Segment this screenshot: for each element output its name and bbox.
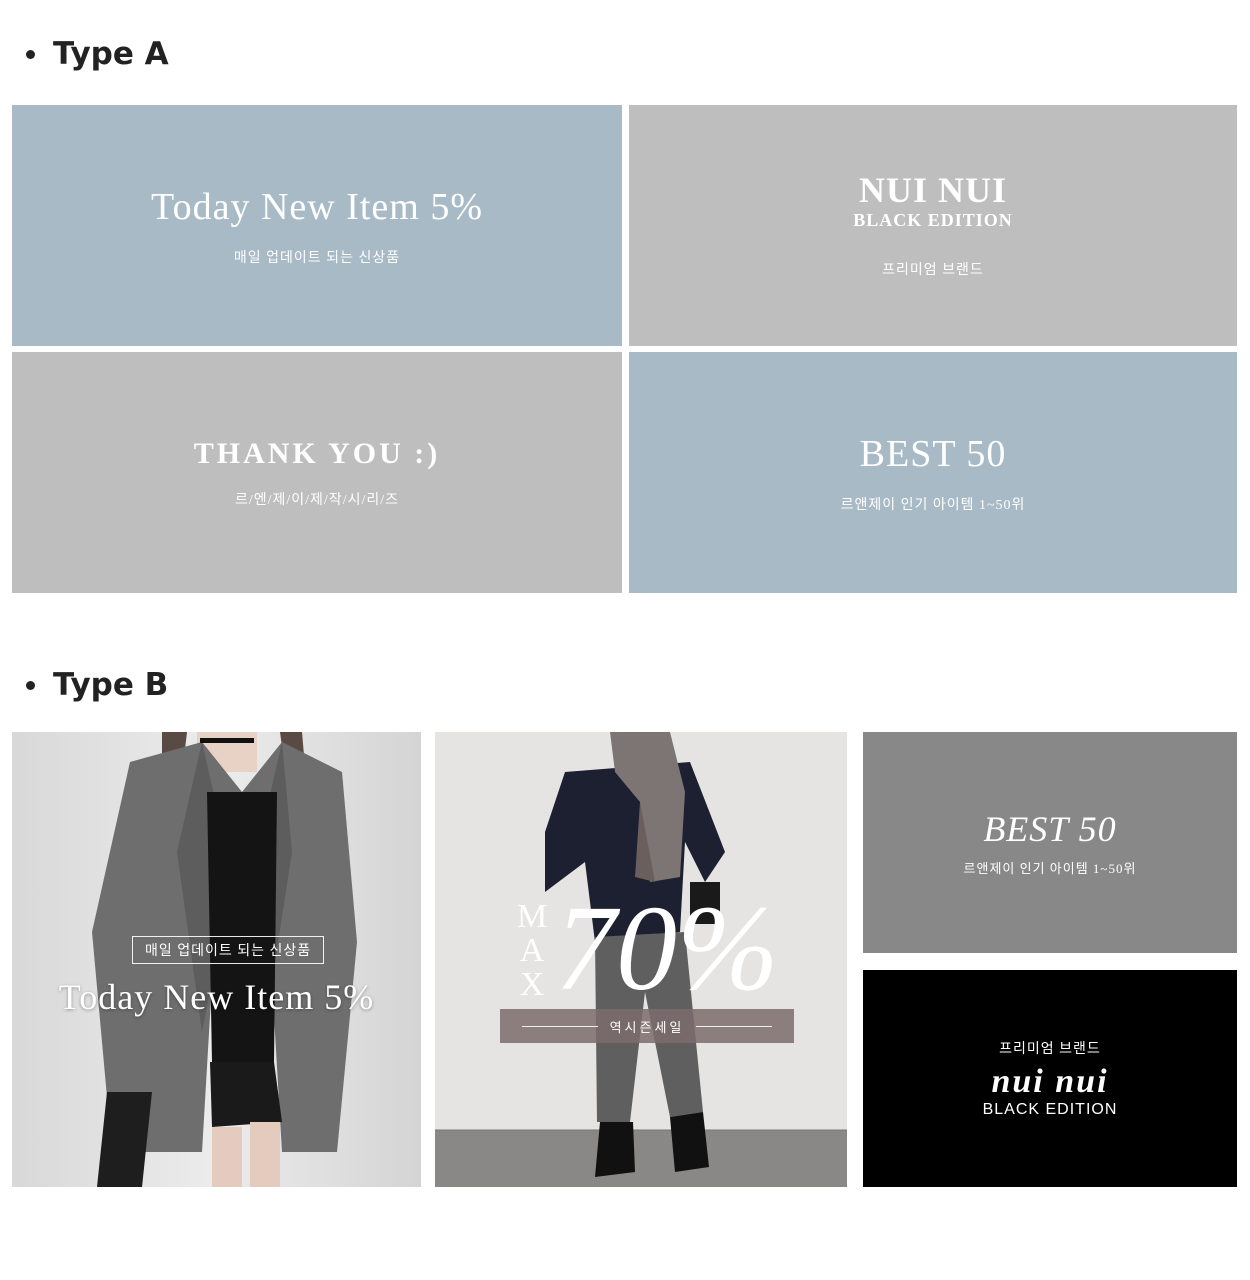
banner-best-50-dark[interactable]: BEST 50 르앤제이 인기 아이템 1~50위: [863, 732, 1237, 953]
banner-photo-today-new-item[interactable]: 매일 업데이트 되는 신상품 Today New Item 5%: [12, 732, 421, 1187]
banner-title: BEST 50: [859, 432, 1007, 475]
banner-edition: BLACK EDITION: [853, 210, 1013, 230]
section-title-type-a: Type A: [22, 36, 169, 72]
max-label: M A X: [517, 898, 548, 1003]
banner-subtitle: 르앤제이 인기 아이템 1~50위: [963, 861, 1137, 876]
band-label: 역시즌세일: [609, 1019, 685, 1035]
bullet-icon: [26, 680, 35, 690]
banner-thank-you[interactable]: THANK YOU :) 르/엔/제/이/제/작/시/리/즈: [12, 352, 622, 593]
brand-script-title: nui nui: [991, 1062, 1109, 1100]
section-title-label: Type B: [53, 667, 169, 703]
banner-subtitle: 르/엔/제/이/제/작/시/리/즈: [234, 492, 400, 508]
banner-subtitle: 프리미엄 브랜드: [882, 263, 984, 278]
banner-title: BEST 50: [983, 809, 1117, 849]
divider-line: [696, 1025, 773, 1027]
banner-title: NUI NUI: [858, 170, 1007, 210]
banner-badge: 매일 업데이트 되는 신상품: [132, 936, 325, 964]
sale-band: 역시즌세일: [500, 1009, 794, 1043]
banner-subtitle: 르앤제이 인기 아이템 1~50위: [840, 497, 1026, 513]
section-title-type-b: Type B: [22, 667, 168, 703]
banner-top-label: 프리미엄 브랜드: [999, 1041, 1101, 1057]
banner-subtitle: 매일 업데이트 되는 신상품: [233, 250, 401, 266]
banner-today-new-item[interactable]: Today New Item 5% 매일 업데이트 되는 신상품: [12, 105, 622, 346]
banner-nui-nui[interactable]: NUI NUI BLACK EDITION 프리미엄 브랜드: [629, 105, 1237, 346]
bullet-icon: [26, 49, 35, 59]
divider-line: [521, 1025, 598, 1027]
section-title-label: Type A: [53, 36, 169, 72]
banner-title: Today New Item 5%: [58, 977, 375, 1017]
banner-photo-max-70[interactable]: M A X 70% 역시즌세일: [435, 732, 847, 1187]
banner-edition: BLACK EDITION: [982, 1101, 1118, 1119]
discount-percent: 70%: [555, 881, 779, 1016]
banner-nui-nui-black[interactable]: 프리미엄 브랜드 nui nui BLACK EDITION: [863, 970, 1237, 1187]
banner-title: Today New Item 5%: [151, 185, 483, 228]
banner-best-50[interactable]: BEST 50 르앤제이 인기 아이템 1~50위: [629, 352, 1237, 593]
banner-title: THANK YOU :): [193, 436, 441, 470]
